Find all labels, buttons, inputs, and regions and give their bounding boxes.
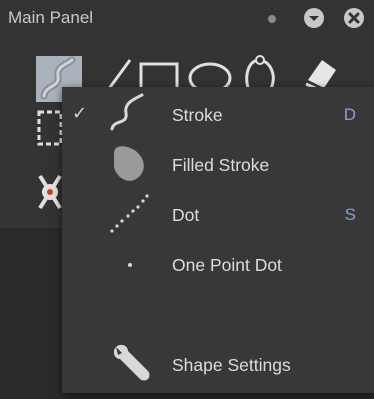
panel-title: Main Panel — [8, 8, 94, 27]
menu-item-label: Stroke — [172, 105, 223, 125]
single-dot-icon — [106, 239, 160, 289]
filled-stroke-icon — [106, 139, 160, 189]
menu-item-label: Dot — [172, 205, 200, 225]
menu-item-filled-stroke[interactable]: Filled Stroke — [62, 139, 374, 189]
checkmark-icon: ✓ — [72, 103, 88, 123]
bone-tool-icon — [38, 174, 62, 210]
menu-item-label: Filled Stroke — [172, 155, 270, 175]
panel-menu-button[interactable] — [304, 8, 324, 28]
selection-tool-button[interactable] — [36, 108, 63, 150]
panel-options-dot-icon[interactable] — [268, 15, 276, 23]
close-icon — [348, 12, 360, 24]
selection-tool-icon — [37, 110, 63, 146]
menu-item-dot[interactable]: Dot S — [62, 189, 374, 239]
menu-item-shape-settings[interactable]: Shape Settings — [62, 339, 374, 389]
panel-header: Main Panel — [0, 0, 374, 38]
menu-item-label: One Point Dot — [172, 255, 282, 275]
bone-tool-button[interactable] — [36, 168, 62, 214]
stroke-icon — [106, 89, 160, 139]
panel-close-button[interactable] — [344, 8, 364, 28]
menu-item-stroke[interactable]: ✓ Stroke D — [62, 89, 374, 139]
wrench-icon — [106, 339, 160, 389]
menu-item-label: Shape Settings — [172, 355, 291, 375]
dot-line-icon — [106, 189, 160, 239]
menu-item-one-point-dot[interactable]: One Point Dot — [62, 239, 374, 289]
menu-item-shortcut: D — [343, 105, 356, 124]
chevron-down-icon — [309, 16, 319, 21]
menu-item-shortcut: S — [344, 205, 356, 224]
stroke-type-menu: ✓ Stroke D Filled Stroke Dot S One Point… — [62, 87, 374, 393]
